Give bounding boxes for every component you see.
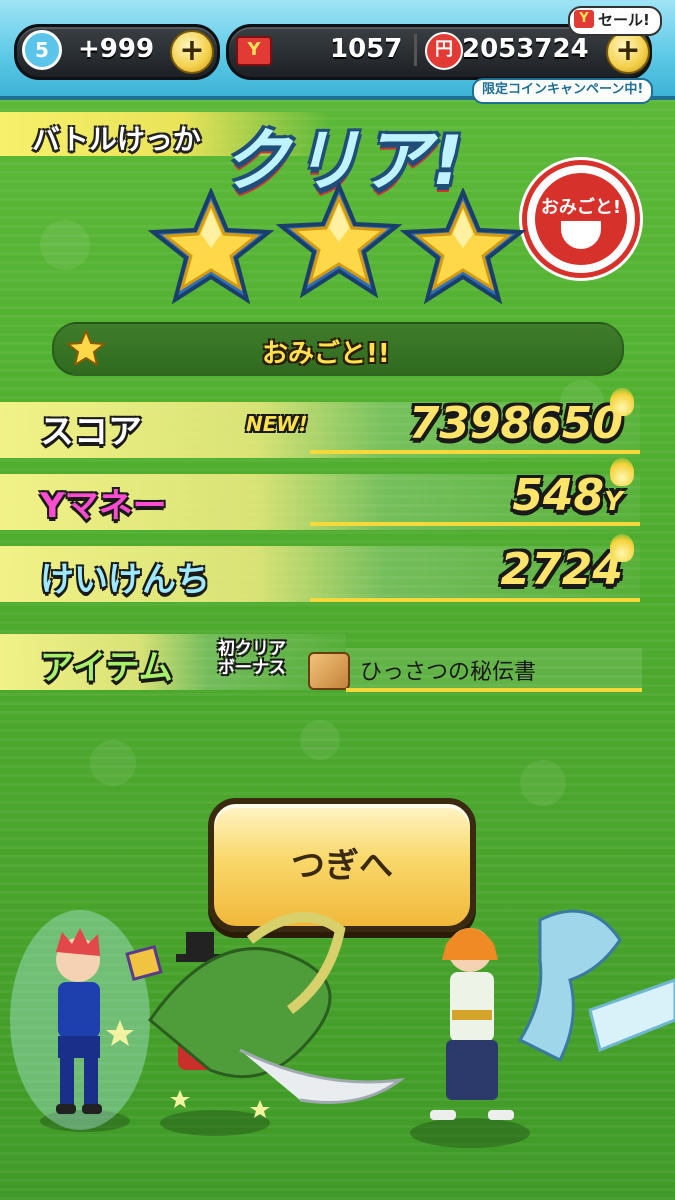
- star-icon: [148, 188, 274, 305]
- next-button-label: つぎへ: [291, 846, 393, 886]
- battle-result-label: バトルけっか: [32, 123, 201, 156]
- excellent-stamp: おみごと!: [522, 160, 640, 278]
- star-icon: [400, 188, 526, 305]
- row-underline: [310, 522, 640, 526]
- praise-text: おみごと!!: [262, 339, 390, 369]
- star-icon: [276, 182, 402, 299]
- sale-label: セール!: [598, 11, 650, 29]
- sparkle-icon: [610, 534, 634, 562]
- exp-label: けいけんち: [40, 560, 210, 600]
- money-value-group: 548Y: [512, 470, 623, 521]
- scroll-book-icon: [308, 652, 350, 690]
- party-characters: [10, 909, 675, 1130]
- money-unit: Y: [604, 487, 623, 517]
- divider: [414, 34, 417, 66]
- money-count: 2053724: [462, 34, 589, 64]
- row-underline: [310, 598, 640, 602]
- stamp-label: おみごと!: [540, 197, 622, 218]
- score-value: 7398650: [408, 398, 623, 449]
- sparkle-icon: [610, 388, 634, 416]
- item-name: ひっさつの秘伝書: [360, 660, 537, 685]
- sparkle-icon: [610, 458, 634, 486]
- row-underline: [346, 688, 642, 692]
- bonus-line-1: 初クリア: [218, 639, 286, 659]
- smile-face-icon: [561, 221, 601, 249]
- money-label: Yマネー: [40, 486, 167, 526]
- background-pattern: [520, 760, 566, 806]
- campaign-badge[interactable]: 限定コインキャンペーン中!: [472, 78, 654, 104]
- level-badge: 5: [22, 30, 62, 70]
- add-money-button[interactable]: +: [606, 30, 650, 74]
- new-record-badge: NEW!: [246, 412, 308, 436]
- money-value: 548: [512, 470, 605, 521]
- stamina-value: +999: [78, 34, 155, 64]
- ticket-icon: Y: [236, 36, 272, 66]
- sale-icon: Y: [574, 10, 594, 28]
- row-underline: [310, 450, 640, 454]
- background-pattern: [90, 740, 136, 786]
- item-label: アイテム: [40, 648, 173, 688]
- first-clear-bonus-label: 初クリア ボーナス: [218, 640, 286, 678]
- ticket-count: 1057: [330, 34, 403, 64]
- sale-badge[interactable]: Y セール!: [568, 6, 662, 36]
- stamp-inner: おみごと!: [535, 173, 627, 265]
- background-pattern: [300, 720, 340, 760]
- background-pattern: [40, 220, 90, 270]
- exp-value: 2724: [500, 544, 623, 595]
- money-icon: 円: [425, 32, 463, 70]
- bonus-line-2: ボーナス: [218, 658, 286, 678]
- add-stamina-button[interactable]: +: [170, 30, 214, 74]
- star-icon: [66, 330, 106, 366]
- score-label: スコア: [40, 412, 142, 452]
